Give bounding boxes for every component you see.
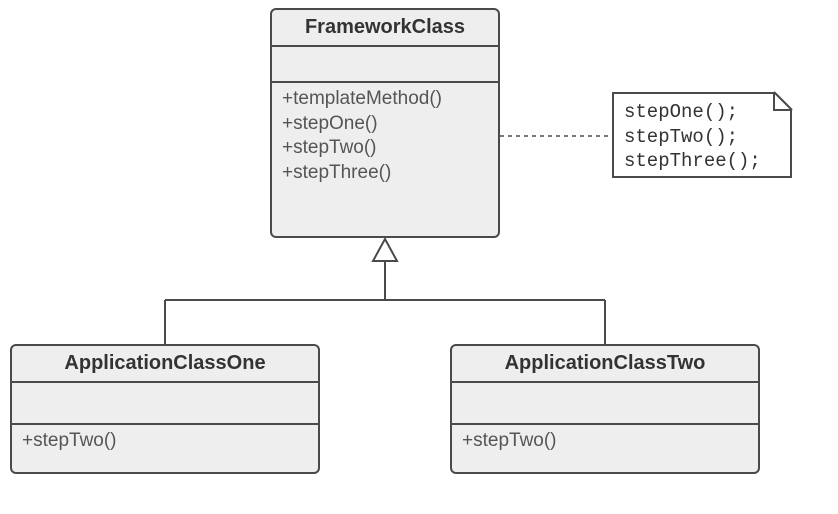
application-class-two-title: ApplicationClassTwo <box>452 346 758 383</box>
framework-class-methods: +templateMethod() +stepOne() +stepTwo() … <box>272 83 498 194</box>
note-line-2: stepTwo(); <box>624 125 780 150</box>
framework-class-title: FrameworkClass <box>272 10 498 47</box>
application-class-two-methods: +stepTwo() <box>452 425 758 462</box>
application-class-one-method-steptwo: +stepTwo() <box>22 429 308 454</box>
framework-class-box: FrameworkClass +templateMethod() +stepOn… <box>270 8 500 238</box>
framework-method-stepone: +stepOne() <box>282 112 488 137</box>
note-line-3: stepThree(); <box>624 149 780 174</box>
framework-method-stepthree: +stepThree() <box>282 161 488 186</box>
application-class-one-methods: +stepTwo() <box>12 425 318 462</box>
application-class-one-title: ApplicationClassOne <box>12 346 318 383</box>
note-box: stepOne(); stepTwo(); stepThree(); <box>612 92 792 178</box>
application-class-two-attrs <box>452 383 758 425</box>
note-line-1: stepOne(); <box>624 100 780 125</box>
application-class-two-method-steptwo: +stepTwo() <box>462 429 748 454</box>
application-class-two-box: ApplicationClassTwo +stepTwo() <box>450 344 760 474</box>
application-class-one-box: ApplicationClassOne +stepTwo() <box>10 344 320 474</box>
inheritance-arrow-icon <box>373 239 397 261</box>
framework-class-attrs <box>272 47 498 83</box>
application-class-one-attrs <box>12 383 318 425</box>
framework-method-templatemethod: +templateMethod() <box>282 87 488 112</box>
framework-method-steptwo: +stepTwo() <box>282 136 488 161</box>
